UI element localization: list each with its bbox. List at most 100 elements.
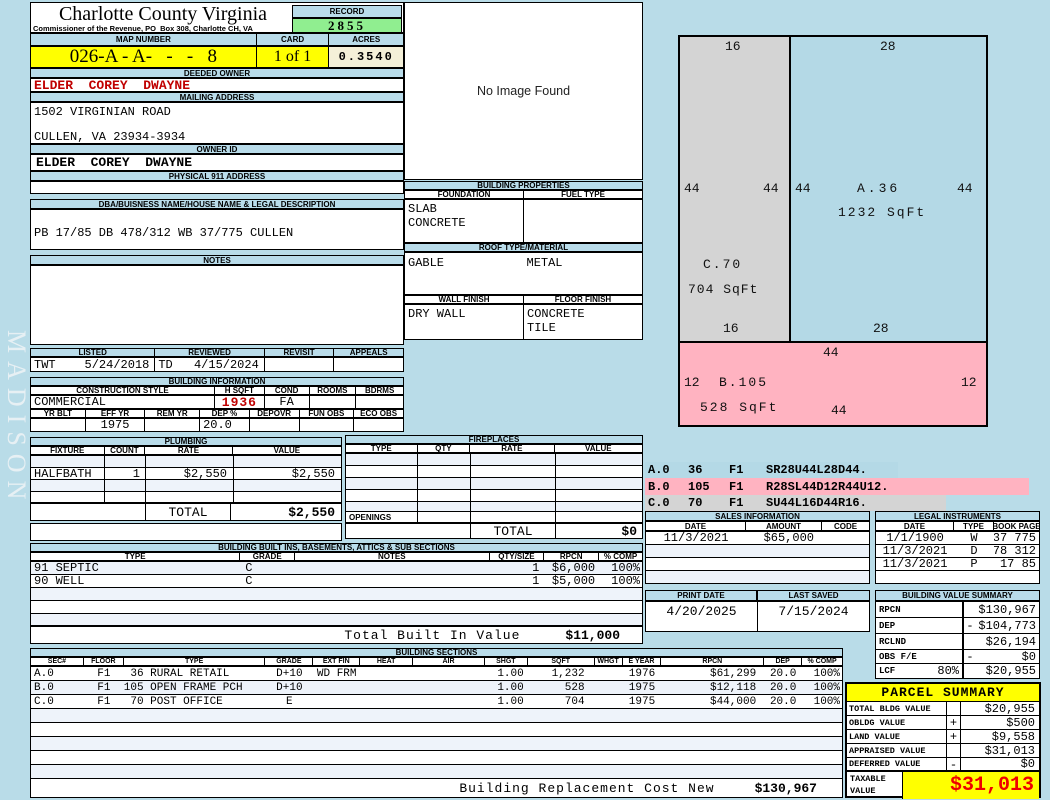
bdrms-value — [356, 396, 403, 408]
owner-id-label: OWNER ID — [197, 145, 238, 154]
building-info-title: BUILDING INFORMATION — [169, 377, 266, 386]
built-ins-grade-label: GRADE — [240, 553, 295, 560]
wall-floor-header: WALL FINISH FLOOR FINISH — [404, 295, 643, 304]
building-properties-title: BUILDING PROPERTIES — [477, 181, 569, 190]
legal-type-label: TYPE — [954, 522, 994, 530]
taxable-label-line1: TAXABLE — [850, 774, 886, 785]
ps-sign: + — [947, 730, 961, 743]
building-info-header: BUILDING INFORMATION — [30, 377, 404, 386]
dim-c-bottom: 16 — [723, 321, 739, 336]
fireplaces-row — [346, 478, 642, 490]
fireplaces-total-value: $0 — [556, 524, 642, 538]
shgt-label: SHGT — [485, 658, 528, 665]
fireplaces-col-header: TYPE QTY RATE VALUE — [345, 444, 643, 453]
rooms-label: ROOMS — [310, 387, 357, 394]
legend-trace: SU44L16D44R16. — [766, 496, 867, 510]
taxable-label-line2: VALUE — [850, 786, 876, 797]
foundation-fuel-header: FOUNDATION FUEL TYPE — [404, 190, 643, 199]
whgt-label: WHGT — [595, 658, 623, 665]
building-section-row — [31, 737, 842, 751]
built-in-row: 90 WELL C 1 $5,000 100% — [31, 575, 642, 588]
built-in-row: 91 SEPTIC C 1 $6,000 100% — [31, 562, 642, 575]
built-ins-col-header: TYPE GRADE NOTES QTY/SIZE RPCN % COMP — [30, 552, 643, 561]
legal-description-header: DBA/BUISNESS NAME/HOUSE NAME & LEGAL DES… — [30, 199, 404, 209]
replacement-cost-value: $130,967 — [755, 781, 817, 796]
vs-value: $104,773 — [976, 619, 1039, 633]
eyear-label: E YEAR — [623, 658, 662, 665]
map-number-value: 026-A - A- - - 8 — [31, 47, 257, 67]
ps-label: OBLDG VALUE — [847, 716, 947, 729]
ps-sign: + — [947, 716, 961, 729]
plumbing-total-label: TOTAL — [146, 504, 231, 520]
fireplaces-row — [346, 502, 642, 511]
value-summary-header: BUILDING VALUE SUMMARY — [875, 590, 1040, 601]
built-in-row — [31, 614, 642, 625]
vs-value: $0 — [976, 650, 1039, 664]
legal-instrument-row — [876, 571, 1039, 583]
county-header-box: Charlotte County Virginia Commissioner o… — [30, 2, 404, 33]
legend-trace: R28SL44D12R44U12. — [766, 480, 888, 494]
plumbing-count-label: COUNT — [105, 447, 146, 454]
legend-type: 36 — [688, 463, 729, 477]
building-sections-body: A.0 F1 36 RURAL RETAIL D+10 WD FRM 1.00 … — [30, 666, 843, 778]
dim-b-top: 44 — [823, 345, 839, 360]
ecoobs-value — [354, 419, 403, 431]
dim-a-top: 28 — [880, 39, 896, 54]
revisit-label: REVISIT — [265, 349, 335, 356]
sketch-legend-row-c: C.0 70 F1 SU44L16D44R16. — [645, 495, 946, 511]
legend-trace: SR28U44L28D44. — [766, 463, 867, 477]
record-number: 2855 — [292, 18, 402, 33]
fireplaces-row — [346, 454, 642, 466]
built-ins-qty-label: QTY/SIZE — [490, 553, 545, 560]
heat-label: HEAT — [360, 658, 413, 665]
fireplaces-title: FIREPLACES — [469, 435, 520, 444]
visits-values: TWT 5/24/2018 TD 4/15/2024 — [30, 357, 404, 372]
wall-finish-label: WALL FINISH — [405, 296, 524, 303]
plumbing-row: HALFBATH 1 $2,550 $2,550 — [31, 468, 341, 480]
plumbing-total-row: TOTAL $2,550 — [30, 503, 342, 521]
sqft-label: SQFT — [528, 658, 595, 665]
deeded-owner-label: DEEDED OWNER — [184, 69, 250, 78]
vs-sign: - — [964, 619, 976, 633]
plumbing-fixture-label: FIXTURE — [31, 447, 105, 454]
built-ins-total-value: $11,000 — [565, 628, 620, 643]
map-card-acres-header: MAP NUMBER CARD ACRES — [30, 33, 404, 46]
ps-label: DEFERRED VALUE — [847, 758, 947, 770]
air-label: AIR — [413, 658, 485, 665]
building-section-row — [31, 765, 842, 778]
record-label: RECORD — [330, 7, 365, 16]
building-section-row: C.0 F1 70 POST OFFICE E 1.00 704 1975 $4… — [31, 695, 842, 709]
dim-b-right: 12 — [961, 375, 977, 390]
appeals-value — [334, 358, 403, 371]
funobs-value — [300, 419, 355, 431]
value-summary-row: RCLND $26,194 — [876, 634, 1039, 650]
built-ins-notes-label: NOTES — [295, 553, 489, 560]
hsqft-value: 1936 — [215, 396, 265, 408]
vs-label: DEP — [879, 621, 895, 631]
ps-label: APPRAISED VALUE — [847, 744, 947, 757]
value-summary-row: DEP - $104,773 — [876, 618, 1039, 634]
vs-pct: 80% — [937, 664, 959, 678]
type-label: TYPE — [124, 658, 266, 665]
built-ins-rpcn-label: RPCN — [544, 553, 599, 560]
cond-value: FA — [265, 396, 310, 408]
construction-style-header: CONSTRUCTION STYLE H SQFT COND ROOMS BDR… — [30, 386, 404, 395]
sales-body: 11/3/2021 $65,000 — [645, 531, 870, 584]
ps-value: $0 — [961, 757, 1039, 771]
sketch-a-name: A.36 — [857, 181, 900, 196]
value-summary-row: LCF80% $20,955 — [876, 664, 1039, 678]
ps-value: $31,013 — [961, 744, 1039, 758]
legal-instruments-body: 1/1/1900 W 37 775 11/3/2021 D 478 312 11… — [875, 531, 1040, 584]
parcel-summary-row: TOTAL BLDG VALUE $20,955 — [847, 702, 1039, 716]
depovr-label: DEPOVR — [250, 410, 300, 417]
listed-by: TWT — [34, 358, 56, 371]
owner-id-value: ELDER COREY DWAYNE — [30, 154, 404, 171]
map-card-acres-values: 026-A - A- - - 8 1 of 1 0.3540 — [30, 46, 404, 68]
reviewed-label: REVIEWED — [155, 349, 264, 356]
comp-label: % COMP — [802, 658, 842, 665]
building-section-row: B.0 F1 105 OPEN FRAME PCH D+10 1.00 528 … — [31, 681, 842, 695]
taxable-value: $31,013 — [903, 772, 1039, 799]
fireplaces-rate-label: RATE — [470, 445, 554, 452]
madison-watermark: MADISON — [1, 330, 31, 507]
vs-label: OBS F/E — [879, 652, 917, 662]
